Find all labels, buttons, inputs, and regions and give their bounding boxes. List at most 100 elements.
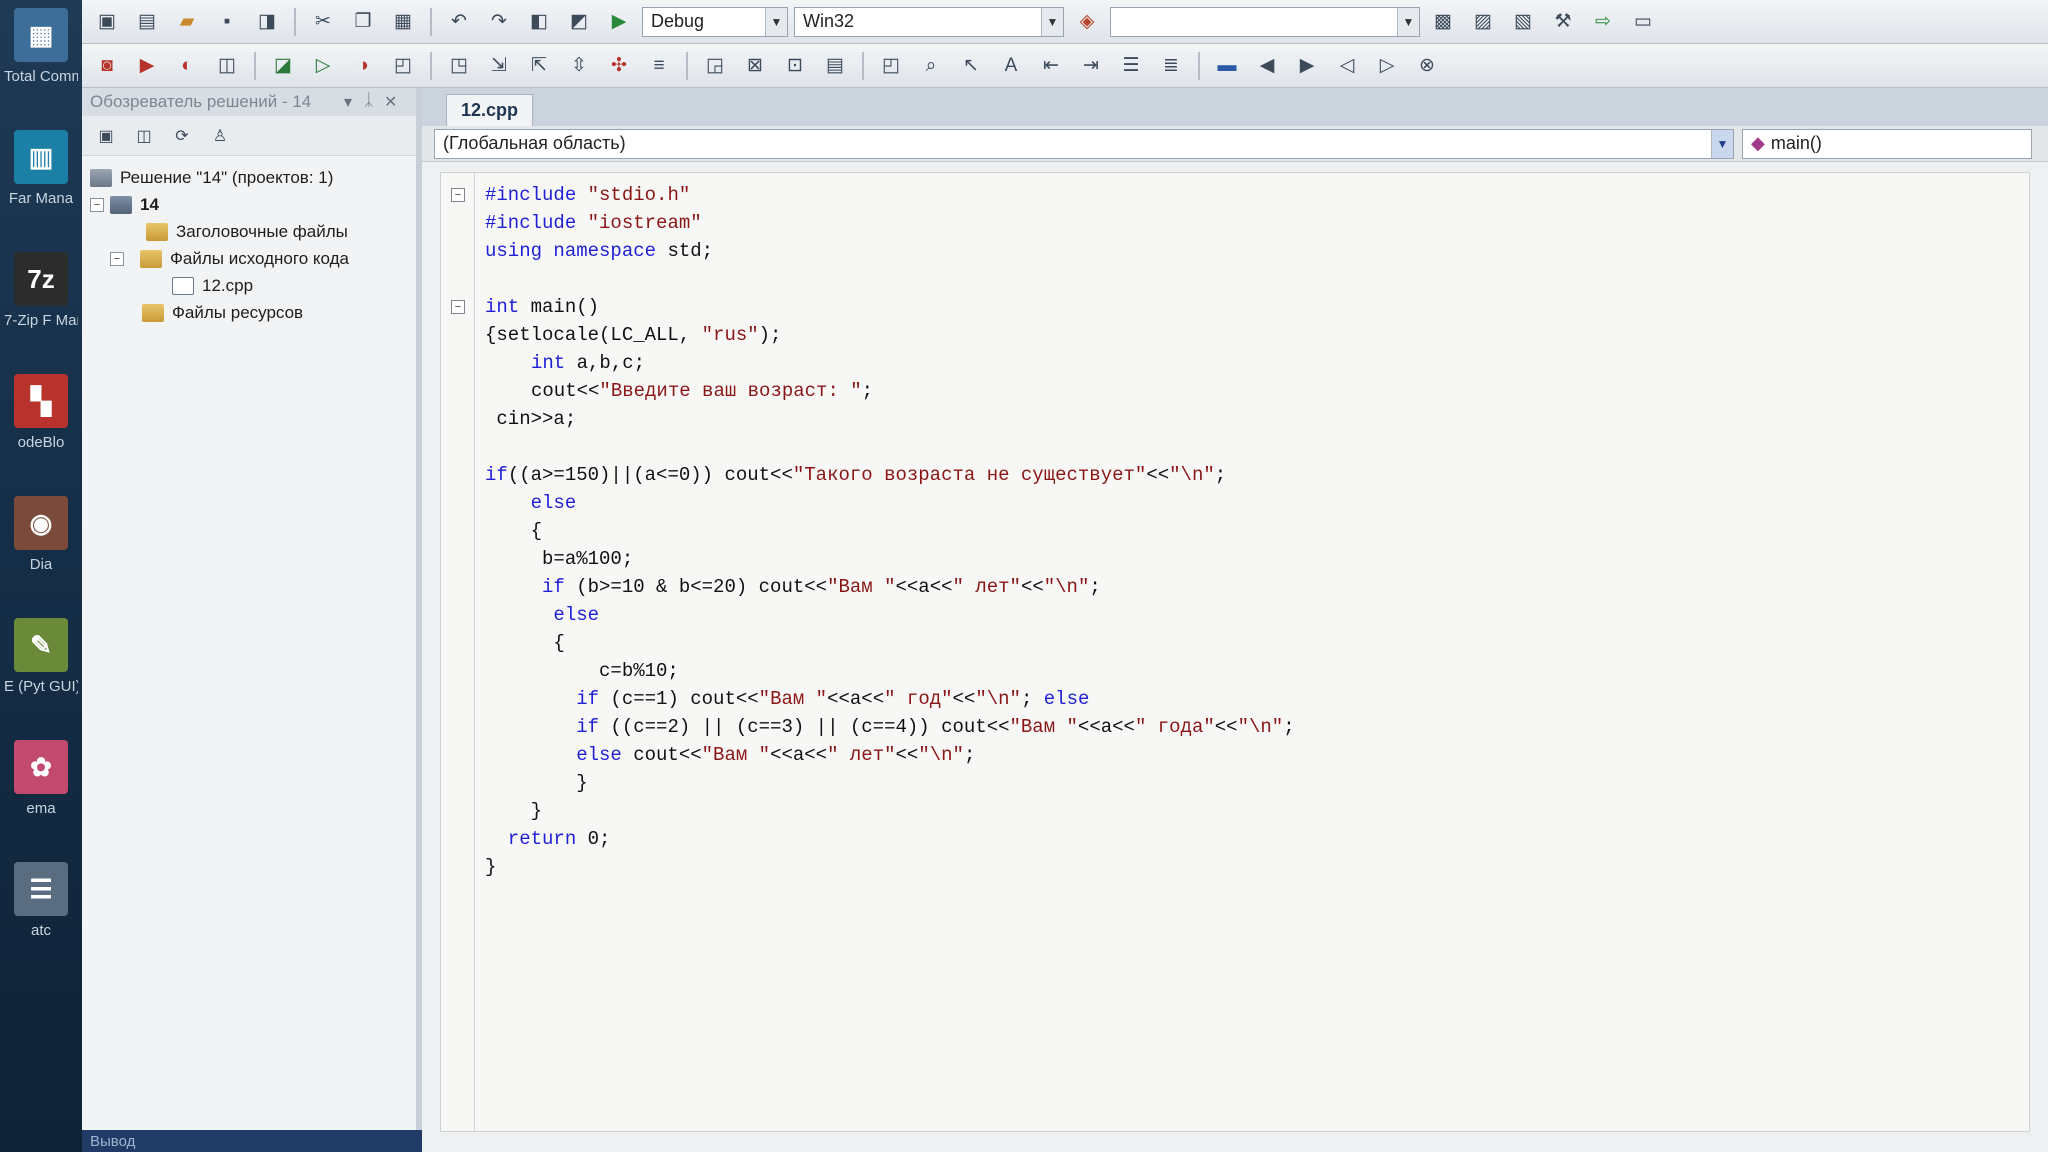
code-editor[interactable]: − − #include "stdio.h" #include "iostream… xyxy=(440,172,2030,1132)
locals-icon[interactable]: ⊠ xyxy=(738,50,772,82)
save-icon[interactable]: ▪ xyxy=(210,6,244,38)
desktop-icon-flower-app[interactable]: ✿ ema xyxy=(4,740,78,850)
uncomment-lines-icon[interactable]: ≣ xyxy=(1154,50,1188,82)
class-view-icon[interactable]: ◰ xyxy=(874,50,908,82)
breakpoint-icon[interactable]: ◐ xyxy=(170,50,204,82)
code-line[interactable]: return 0; xyxy=(485,825,1295,853)
save-all-icon[interactable]: ◨ xyxy=(250,6,284,38)
find-combo[interactable]: ▼ xyxy=(1110,6,1420,37)
indent-decrease-icon[interactable]: ⇤ xyxy=(1034,50,1068,82)
start-page-icon[interactable]: ⇨ xyxy=(1586,6,1620,38)
desktop-icon-dia[interactable]: ◉ Dia xyxy=(4,496,78,606)
font-size-icon[interactable]: A xyxy=(994,50,1028,82)
code-line[interactable]: } xyxy=(485,769,1295,797)
find-in-files-icon[interactable]: ◈ xyxy=(1070,6,1104,38)
tree-node-solution[interactable]: Решение "14" (проектов: 1) xyxy=(90,164,416,191)
refresh-icon[interactable]: ⟳ xyxy=(168,123,196,149)
pin-icon[interactable]: ᛣ xyxy=(364,92,374,110)
properties-icon[interactable]: ▨ xyxy=(1466,6,1500,38)
tree-node-headers[interactable]: Заголовочные файлы xyxy=(90,218,416,245)
code-line[interactable] xyxy=(485,265,1295,293)
collapse-icon[interactable]: − xyxy=(90,197,104,212)
toolbox-icon[interactable]: ⚒ xyxy=(1546,6,1580,38)
code-line[interactable]: if (b>=10 & b<=20) cout<<"Вам "<<a<<" ле… xyxy=(485,573,1295,601)
desktop-icon-python-ide[interactable]: ✎ E (Pyt GUI) xyxy=(4,618,78,728)
collapse-icon[interactable]: − xyxy=(451,188,465,202)
code-line[interactable]: { xyxy=(485,517,1295,545)
breakpoints-window-icon[interactable]: ◲ xyxy=(698,50,732,82)
pause-icon[interactable]: ◑ xyxy=(346,50,380,82)
desktop-icon-total-commander[interactable]: ▦ Total Comman xyxy=(4,8,78,118)
chevron-down-icon[interactable]: ▼ xyxy=(765,7,787,36)
tree-node-file[interactable]: 12.cpp xyxy=(90,272,416,299)
hex-display-icon[interactable]: ✣ xyxy=(602,50,636,82)
build-icon[interactable]: ◙ xyxy=(90,50,124,82)
code-line[interactable]: {setlocale(LC_ALL, "rus"); xyxy=(485,321,1295,349)
tab-12-cpp[interactable]: 12.cpp xyxy=(446,94,534,126)
code-line[interactable]: if((a>=150)||(a<=0)) cout<<"Такого возра… xyxy=(485,461,1295,489)
indent-increase-icon[interactable]: ⇥ xyxy=(1074,50,1108,82)
code-line[interactable]: using namespace std; xyxy=(485,237,1295,265)
step-over-icon[interactable]: ⇱ xyxy=(522,50,556,82)
desktop-icon-codeblocks[interactable]: ▚ odeBlo xyxy=(4,374,78,484)
bookmark-next-folder-icon[interactable]: ▷ xyxy=(1370,50,1404,82)
code-line[interactable]: int a,b,c; xyxy=(485,349,1295,377)
chevron-down-icon[interactable]: ▼ xyxy=(1711,129,1733,158)
stop-icon[interactable]: ◰ xyxy=(386,50,420,82)
watch-icon[interactable]: ⊡ xyxy=(778,50,812,82)
solution-explorer-icon[interactable]: ▩ xyxy=(1426,6,1460,38)
code-line[interactable]: } xyxy=(485,853,1295,881)
chevron-down-icon[interactable]: ▼ xyxy=(1041,7,1063,36)
chevron-down-icon[interactable]: ▾ xyxy=(344,92,352,112)
solution-configuration-combo[interactable]: Debug ▼ xyxy=(642,6,788,37)
redo-icon[interactable]: ↷ xyxy=(482,6,516,38)
code-line[interactable]: } xyxy=(485,797,1295,825)
solution-platform-combo[interactable]: Win32 ▼ xyxy=(794,6,1064,37)
code-line[interactable]: #include "iostream" xyxy=(485,209,1295,237)
close-icon[interactable]: ✕ xyxy=(384,92,397,112)
code-line[interactable]: int main() xyxy=(485,293,1295,321)
desktop-icon-far-manager[interactable]: ▥ Far Mana xyxy=(4,130,78,240)
show-all-files-icon[interactable]: ◫ xyxy=(130,123,158,149)
code-line[interactable]: if ((c==2) || (c==3) || (c==4)) cout<<"В… xyxy=(485,713,1294,741)
code-line[interactable]: else xyxy=(485,489,1295,517)
collapse-icon[interactable]: − xyxy=(110,251,124,266)
start-debugging-icon[interactable]: ▶ xyxy=(602,6,636,38)
cut-icon[interactable]: ✂ xyxy=(306,6,340,38)
bookmark-clear-icon[interactable]: ⊗ xyxy=(1410,50,1444,82)
step-icon[interactable]: ◫ xyxy=(210,50,244,82)
pointer-icon[interactable]: ↖ xyxy=(954,50,988,82)
undo-icon[interactable]: ↶ xyxy=(442,6,476,38)
code-line[interactable]: #include "stdio.h" xyxy=(485,181,1295,209)
paste-icon[interactable]: ▦ xyxy=(386,6,420,38)
member-combo[interactable]: ◆ main() xyxy=(1742,128,2032,159)
run-icon[interactable]: ▶ xyxy=(130,50,164,82)
add-item-icon[interactable]: ▤ xyxy=(130,6,164,38)
memory-icon[interactable]: ▤ xyxy=(818,50,852,82)
output-tab[interactable]: Вывод xyxy=(82,1130,422,1152)
bookmark-next-icon[interactable]: ▶ xyxy=(1290,50,1324,82)
code-line[interactable] xyxy=(485,433,1295,461)
properties-icon[interactable]: ▣ xyxy=(92,123,120,149)
step-into-icon[interactable]: ⇲ xyxy=(482,50,516,82)
navigate-back-icon[interactable]: ◧ xyxy=(522,6,556,38)
code-line[interactable]: if (c==1) cout<<"Вам "<<a<<" год"<<"\n";… xyxy=(485,685,1295,713)
copy-icon[interactable]: ❐ xyxy=(346,6,380,38)
navigate-forward-icon[interactable]: ◩ xyxy=(562,6,596,38)
code-line[interactable]: c=b%10; xyxy=(485,657,1295,685)
view-class-diagram-icon[interactable]: ♙ xyxy=(206,123,234,149)
desktop-icon-doc-app[interactable]: ☰ atc xyxy=(4,862,78,972)
code-line[interactable]: else xyxy=(485,601,1295,629)
desktop-icon-7zip[interactable]: 7z 7-Zip F Manag xyxy=(4,252,78,362)
code-line[interactable]: { xyxy=(485,629,1295,657)
output-icon[interactable]: ≡ xyxy=(642,50,676,82)
object-browser-icon[interactable]: ▧ xyxy=(1506,6,1540,38)
code-line[interactable]: b=a%100; xyxy=(485,545,1295,573)
find-symbol-icon[interactable]: ⌕ xyxy=(914,50,948,82)
bookmark-toggle-icon[interactable]: ▬ xyxy=(1210,50,1244,82)
tree-node-resources[interactable]: Файлы ресурсов xyxy=(90,299,416,326)
lo-icon[interactable]: ◳ xyxy=(442,50,476,82)
bookmark-prev-folder-icon[interactable]: ◁ xyxy=(1330,50,1364,82)
collapse-icon[interactable]: − xyxy=(451,300,465,314)
code-line[interactable]: cin>>a; xyxy=(485,405,1295,433)
